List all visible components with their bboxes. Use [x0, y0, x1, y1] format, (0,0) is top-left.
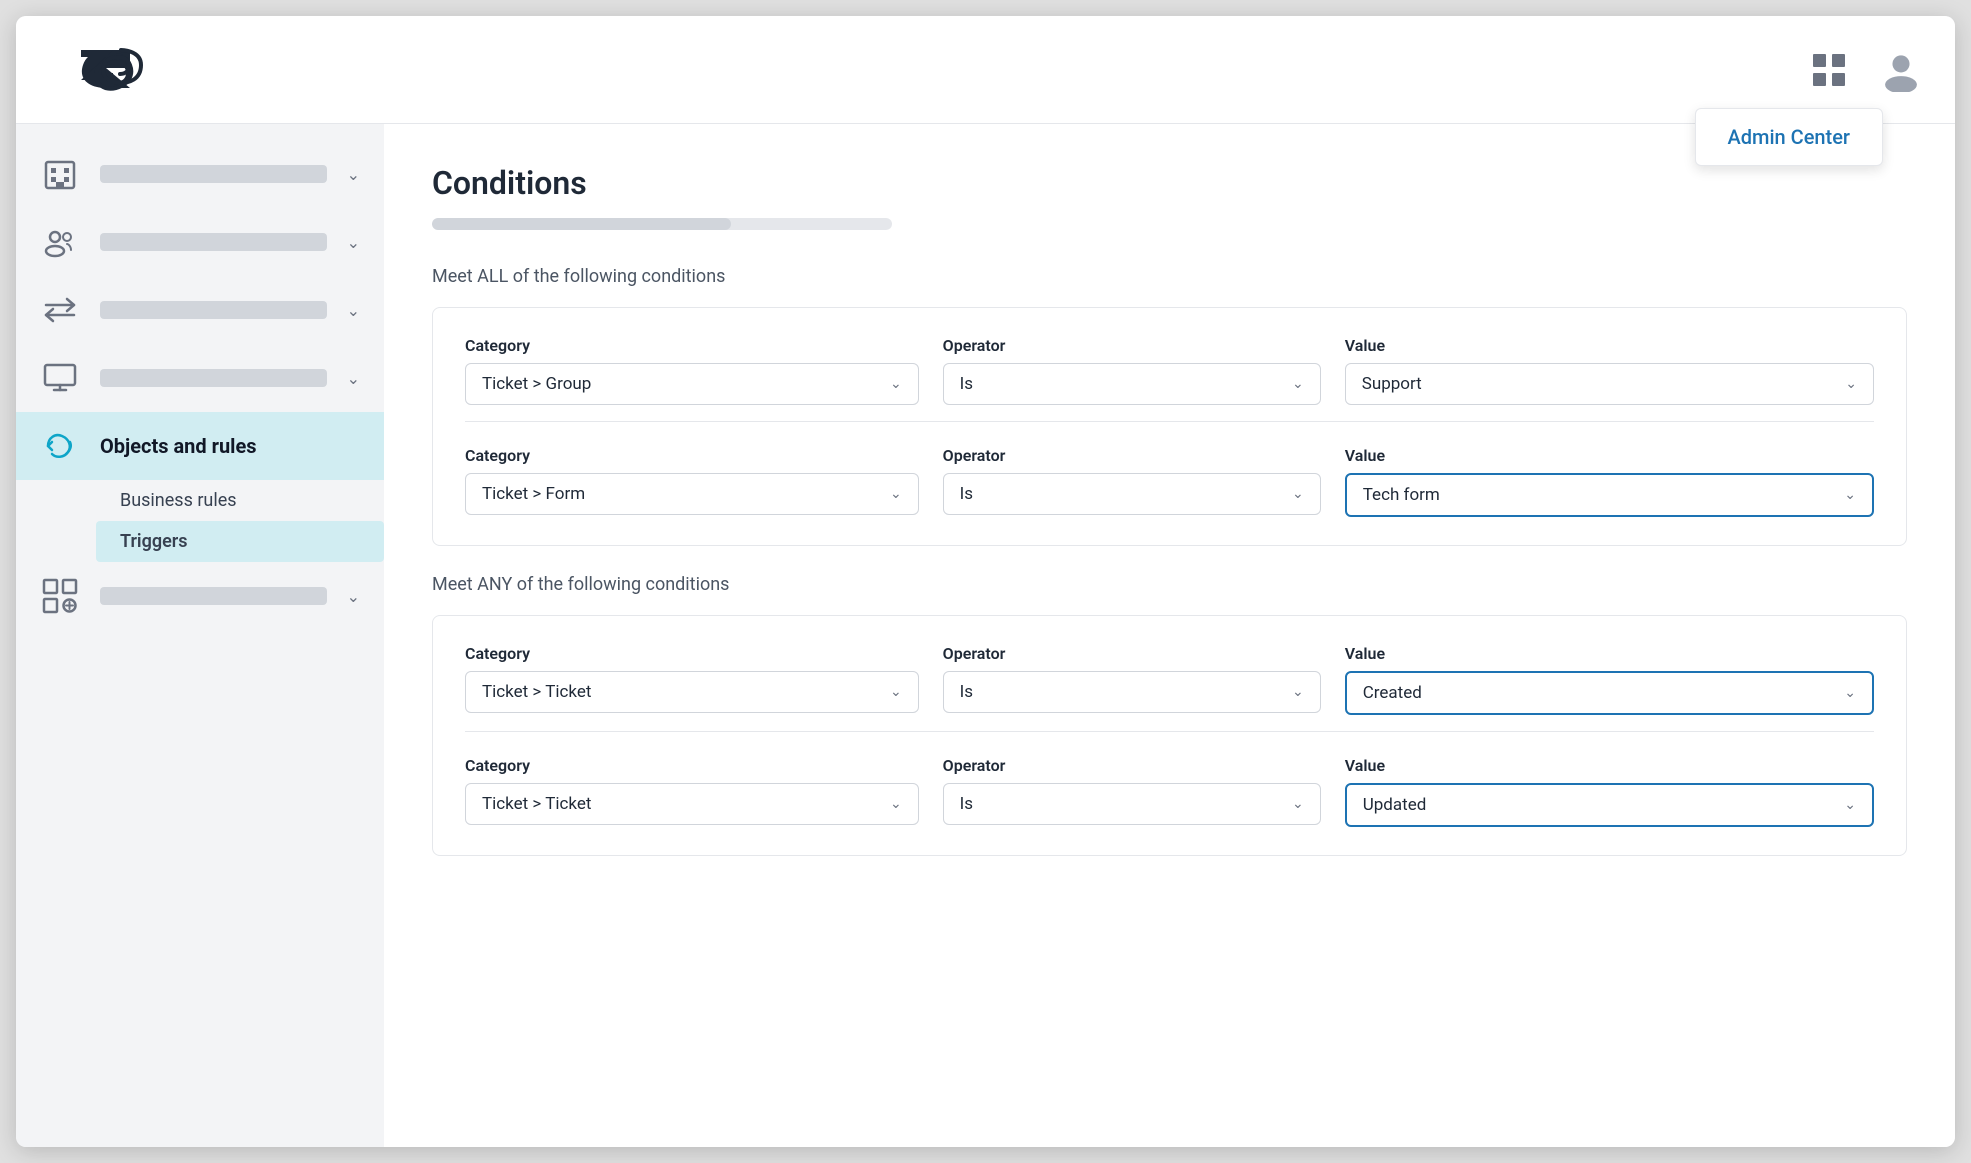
content-area: Conditions Meet ALL of the following con…: [384, 124, 1955, 1147]
chevron-down-icon: ⌄: [1844, 487, 1856, 503]
value-field-1: Value Support ⌄: [1345, 336, 1874, 405]
any-value-select-2[interactable]: Updated ⌄: [1345, 783, 1874, 827]
value-select-1[interactable]: Support ⌄: [1345, 363, 1874, 405]
any-value-label-1: Value: [1345, 644, 1874, 663]
addblock-icon: [40, 576, 80, 616]
sidebar-label-bar: [100, 587, 327, 605]
value-label-2: Value: [1345, 446, 1874, 465]
chevron-down-icon: ⌄: [347, 369, 360, 388]
arrows-icon: [40, 290, 80, 330]
category-label-2: Category: [465, 446, 919, 465]
operator-select-2[interactable]: Is ⌄: [943, 473, 1321, 515]
value-select-2[interactable]: Tech form ⌄: [1345, 473, 1874, 517]
any-value-select-1[interactable]: Created ⌄: [1345, 671, 1874, 715]
any-value-field-1: Value Created ⌄: [1345, 644, 1874, 715]
any-conditions-block: Category Ticket > Ticket ⌄ Operator Is ⌄: [432, 615, 1907, 856]
chevron-down-icon: ⌄: [890, 684, 902, 700]
main-layout: ⌄ ⌄: [16, 124, 1955, 1147]
app-frame: Admin Center ⌄: [16, 16, 1955, 1147]
category-select-1[interactable]: Ticket > Group ⌄: [465, 363, 919, 405]
chevron-down-icon: ⌄: [347, 233, 360, 252]
all-conditions-label: Meet ALL of the following conditions: [432, 266, 1907, 287]
sidebar-item-people[interactable]: ⌄: [16, 208, 384, 276]
all-conditions-block: Category Ticket > Group ⌄ Operator Is ⌄: [432, 307, 1907, 546]
any-operator-label-1: Operator: [943, 644, 1321, 663]
sidebar-item-apps[interactable]: ⌄: [16, 562, 384, 630]
chevron-down-icon: ⌄: [890, 486, 902, 502]
sidebar-item-objects[interactable]: Objects and rules: [16, 412, 384, 480]
divider: [465, 731, 1874, 732]
chevron-down-icon: ⌄: [1844, 797, 1856, 813]
sidebar-item-workspaces[interactable]: ⌄: [16, 344, 384, 412]
chevron-down-icon: ⌄: [1292, 684, 1304, 700]
chevron-down-icon: ⌄: [1292, 796, 1304, 812]
sidebar-label-bar: [100, 165, 327, 183]
chevron-down-icon: ⌄: [1844, 685, 1856, 701]
objects-icon: [40, 426, 80, 466]
sidebar-label-bar: [100, 369, 327, 387]
progress-bar-fill: [432, 218, 731, 230]
chevron-down-icon: ⌄: [1292, 486, 1304, 502]
admin-center-link[interactable]: Admin Center: [1728, 125, 1851, 149]
chevron-down-icon: ⌄: [890, 796, 902, 812]
sidebar-label-bar: [100, 233, 327, 251]
sidebar-sub-item-triggers[interactable]: Triggers: [96, 521, 384, 562]
building-icon: [40, 154, 80, 194]
page-title: Conditions: [432, 164, 1907, 202]
progress-bar: [432, 218, 892, 230]
category-field-1: Category Ticket > Group ⌄: [465, 336, 919, 405]
any-operator-field-1: Operator Is ⌄: [943, 644, 1321, 713]
logo: [48, 40, 168, 100]
operator-label-1: Operator: [943, 336, 1321, 355]
any-category-label-2: Category: [465, 756, 919, 775]
operator-field-1: Operator Is ⌄: [943, 336, 1321, 405]
chevron-down-icon: ⌄: [347, 587, 360, 606]
sidebar: ⌄ ⌄: [16, 124, 384, 1147]
category-field-2: Category Ticket > Form ⌄: [465, 446, 919, 515]
table-row: Category Ticket > Ticket ⌄ Operator Is ⌄: [465, 644, 1874, 715]
chevron-down-icon: ⌄: [347, 165, 360, 184]
operator-label-2: Operator: [943, 446, 1321, 465]
zendesk-logo: [68, 40, 148, 100]
admin-center-dropdown: Admin Center: [1695, 108, 1884, 166]
operator-field-2: Operator Is ⌄: [943, 446, 1321, 515]
table-row: Category Ticket > Group ⌄ Operator Is ⌄: [465, 336, 1874, 405]
top-bar-right: Admin Center: [1807, 48, 1923, 92]
any-value-label-2: Value: [1345, 756, 1874, 775]
sidebar-sub-item-business-rules[interactable]: Business rules: [96, 480, 384, 521]
monitor-icon: [40, 358, 80, 398]
any-category-field-2: Category Ticket > Ticket ⌄: [465, 756, 919, 825]
operator-select-1[interactable]: Is ⌄: [943, 363, 1321, 405]
chevron-down-icon: ⌄: [1292, 376, 1304, 392]
chevron-down-icon: ⌄: [1845, 376, 1857, 392]
table-row: Category Ticket > Ticket ⌄ Operator Is ⌄: [465, 756, 1874, 827]
any-operator-select-1[interactable]: Is ⌄: [943, 671, 1321, 713]
people-icon: [40, 222, 80, 262]
table-row: Category Ticket > Form ⌄ Operator Is ⌄: [465, 446, 1874, 517]
category-select-2[interactable]: Ticket > Form ⌄: [465, 473, 919, 515]
any-value-field-2: Value Updated ⌄: [1345, 756, 1874, 827]
any-category-field-1: Category Ticket > Ticket ⌄: [465, 644, 919, 713]
grid-apps-icon[interactable]: [1807, 48, 1851, 92]
sidebar-item-objects-label: Objects and rules: [100, 434, 257, 458]
sidebar-label-bar: [100, 301, 327, 319]
divider: [465, 421, 1874, 422]
sidebar-sub-items: Business rules Triggers: [16, 480, 384, 562]
value-field-2: Value Tech form ⌄: [1345, 446, 1874, 517]
any-category-select-2[interactable]: Ticket > Ticket ⌄: [465, 783, 919, 825]
sidebar-item-channels[interactable]: ⌄: [16, 276, 384, 344]
top-bar: Admin Center: [16, 16, 1955, 124]
category-label-1: Category: [465, 336, 919, 355]
any-category-label-1: Category: [465, 644, 919, 663]
any-operator-select-2[interactable]: Is ⌄: [943, 783, 1321, 825]
chevron-down-icon: ⌄: [890, 376, 902, 392]
value-label-1: Value: [1345, 336, 1874, 355]
any-operator-field-2: Operator Is ⌄: [943, 756, 1321, 825]
any-operator-label-2: Operator: [943, 756, 1321, 775]
user-avatar-icon[interactable]: [1879, 48, 1923, 92]
chevron-down-icon: ⌄: [347, 301, 360, 320]
any-conditions-label: Meet ANY of the following conditions: [432, 574, 1907, 595]
any-category-select-1[interactable]: Ticket > Ticket ⌄: [465, 671, 919, 713]
sidebar-item-org[interactable]: ⌄: [16, 140, 384, 208]
